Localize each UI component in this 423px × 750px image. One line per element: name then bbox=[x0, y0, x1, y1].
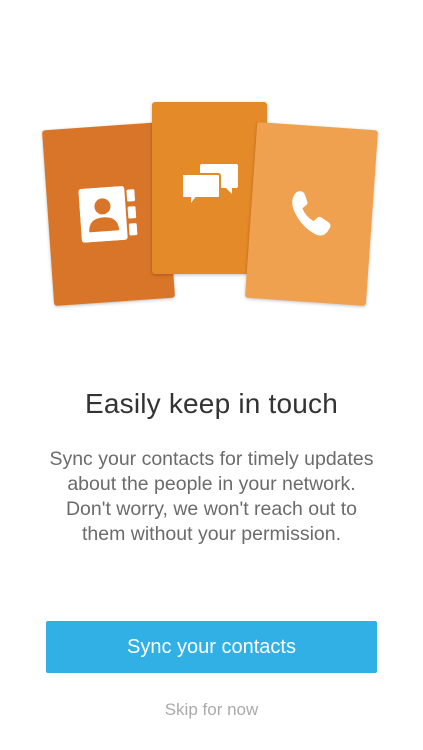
sync-contacts-button[interactable]: Sync your contacts bbox=[46, 621, 377, 673]
calls-card bbox=[245, 121, 378, 307]
phone-icon bbox=[292, 191, 331, 236]
headline: Easily keep in touch bbox=[84, 388, 339, 419]
illustration-cards bbox=[0, 0, 423, 340]
description-line: them without your permission. bbox=[81, 523, 342, 545]
chat-bubbles-icon bbox=[181, 164, 238, 209]
onboarding-screen: Easily keep in touch Sync your contacts … bbox=[0, 0, 423, 750]
description: Sync your contacts for timely updates ab… bbox=[28, 447, 395, 547]
description-line: about the people in your network. bbox=[67, 473, 356, 495]
address-book-icon bbox=[78, 186, 138, 243]
description-line: Sync your contacts for timely updates bbox=[49, 448, 374, 470]
skip-for-now-link[interactable]: Skip for now bbox=[0, 700, 423, 720]
description-line: Don't worry, we won't reach out to bbox=[65, 498, 358, 520]
